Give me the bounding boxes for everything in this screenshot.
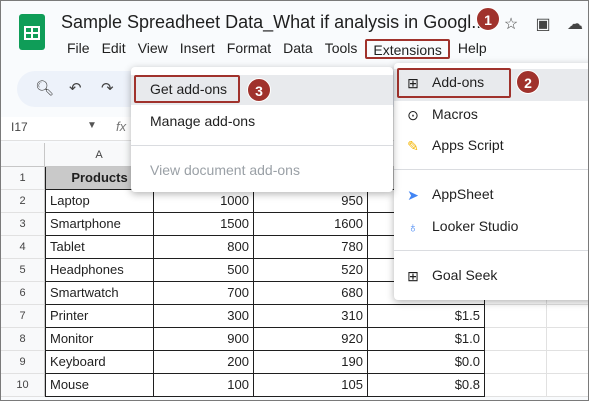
table-cell-e[interactable] <box>485 328 547 351</box>
menu-help[interactable]: Help <box>452 39 493 59</box>
star-icon[interactable]: ☆ <box>502 14 520 34</box>
table-cell-e[interactable] <box>485 305 547 328</box>
table-cell-b[interactable]: 500 <box>154 259 254 282</box>
table-cell-d[interactable]: $1.5 <box>368 305 485 328</box>
name-box[interactable]: I17 <box>11 120 28 134</box>
table-cell-c[interactable]: 105 <box>254 374 368 397</box>
title-actions: ☆ ▣ ☁ <box>502 14 584 34</box>
menu-tools[interactable]: Tools <box>319 39 364 59</box>
table-cell-b[interactable]: 800 <box>154 236 254 259</box>
step-badge-2: 2 <box>516 70 540 94</box>
table-cell-c[interactable]: 190 <box>254 351 368 374</box>
table-cell-c[interactable]: 310 <box>254 305 368 328</box>
row-header[interactable]: 8 <box>1 328 45 351</box>
table-cell-f[interactable] <box>547 351 588 374</box>
table-cell-a[interactable]: Smartwatch <box>45 282 154 305</box>
table-cell-c[interactable]: 520 <box>254 259 368 282</box>
menu-item-addons[interactable]: Add-ons <box>432 74 484 90</box>
menu-item-manage-addons[interactable]: Manage add-ons <box>150 113 255 129</box>
table-cell-b[interactable]: 200 <box>154 351 254 374</box>
table-cell-d[interactable]: $1.0 <box>368 328 485 351</box>
menu-item-looker-studio[interactable]: Looker Studio <box>432 218 518 234</box>
table-cell-a[interactable]: Smartphone <box>45 213 154 236</box>
document-title[interactable]: Sample Spreadheet Data_What if analysis … <box>61 12 486 33</box>
table-cell-b[interactable]: 300 <box>154 305 254 328</box>
looker-studio-icon: ♁ <box>407 219 419 235</box>
appsheet-icon: ➤ <box>407 187 419 203</box>
table-cell-b[interactable]: 1500 <box>154 213 254 236</box>
table-cell-f[interactable] <box>547 305 588 328</box>
table-cell-a[interactable]: Printer <box>45 305 154 328</box>
menu-view[interactable]: View <box>132 39 174 59</box>
redo-icon[interactable]: ↷ <box>101 79 114 97</box>
macros-icon: ⊙ <box>407 107 419 123</box>
table-cell-e[interactable] <box>485 351 547 374</box>
menu-item-view-document-addons: View document add-ons <box>150 162 300 178</box>
table-cell-f[interactable] <box>547 328 588 351</box>
table-cell-a[interactable]: Laptop <box>45 190 154 213</box>
table-cell-a[interactable]: Headphones <box>45 259 154 282</box>
menu-insert[interactable]: Insert <box>174 39 221 59</box>
goal-seek-icon: ⊞ <box>407 268 419 284</box>
table-cell-c[interactable]: 780 <box>254 236 368 259</box>
table-cell-c[interactable]: 1600 <box>254 213 368 236</box>
step-badge-3: 3 <box>247 78 271 102</box>
row-header[interactable]: 5 <box>1 259 45 282</box>
table-cell-a[interactable]: Monitor <box>45 328 154 351</box>
menu-item-macros[interactable]: Macros <box>432 106 478 122</box>
menu-divider <box>131 145 393 146</box>
menu-item-goal-seek[interactable]: Goal Seek <box>432 267 497 283</box>
menu-data[interactable]: Data <box>277 39 319 59</box>
menu-divider <box>394 169 588 170</box>
fx-icon: fx <box>116 119 127 134</box>
table-cell-e[interactable] <box>485 374 547 397</box>
menu-item-apps-script[interactable]: Apps Script <box>432 137 504 153</box>
menu-format[interactable]: Format <box>221 39 277 59</box>
table-cell-a[interactable]: Keyboard <box>45 351 154 374</box>
table-cell-f[interactable] <box>547 374 588 397</box>
table-cell-a[interactable]: Mouse <box>45 374 154 397</box>
row-header[interactable]: 3 <box>1 213 45 236</box>
menu-file[interactable]: File <box>61 39 96 59</box>
row-header[interactable]: 6 <box>1 282 45 305</box>
table-cell-b[interactable]: 700 <box>154 282 254 305</box>
step-badge-1: 1 <box>476 7 500 31</box>
menu-edit[interactable]: Edit <box>96 39 132 59</box>
row-header[interactable]: 4 <box>1 236 45 259</box>
table-cell-a[interactable]: Tablet <box>45 236 154 259</box>
table-cell-b[interactable]: 1000 <box>154 190 254 213</box>
apps-script-icon: ✎ <box>407 138 419 154</box>
undo-icon[interactable]: ↶ <box>69 79 82 97</box>
row-header[interactable]: 2 <box>1 190 45 213</box>
search-icon[interactable]: 🔍︎ <box>35 79 54 97</box>
menu-item-appsheet[interactable]: AppSheet <box>432 186 494 202</box>
menu-item-get-addons[interactable]: Get add-ons <box>150 81 227 97</box>
row-header[interactable]: 1 <box>1 167 45 190</box>
table-cell-c[interactable]: 950 <box>254 190 368 213</box>
row-header[interactable]: 7 <box>1 305 45 328</box>
table-cell-b[interactable]: 900 <box>154 328 254 351</box>
menu-bar: File Edit View Insert Format Data Tools … <box>61 39 493 59</box>
menu-extensions[interactable]: Extensions <box>365 39 450 59</box>
table-cell-c[interactable]: 920 <box>254 328 368 351</box>
row-header[interactable]: 9 <box>1 351 45 374</box>
table-cell-c[interactable]: 680 <box>254 282 368 305</box>
extensions-menu: ⊞ Add-ons ⊙ Macros ✎ Apps Script ➤ AppSh… <box>394 63 588 300</box>
table-cell-d[interactable]: $0.8 <box>368 374 485 397</box>
menu-divider <box>394 250 588 251</box>
select-all-corner[interactable] <box>1 143 45 167</box>
row-header[interactable]: 10 <box>1 374 45 397</box>
cloud-status-icon[interactable]: ☁ <box>566 14 584 34</box>
addons-icon: ⊞ <box>407 75 419 91</box>
move-folder-icon[interactable]: ▣ <box>534 14 552 34</box>
table-cell-d[interactable]: $0.0 <box>368 351 485 374</box>
sheets-logo-icon[interactable] <box>19 14 45 50</box>
spreadsheet-window: Sample Spreadheet Data_What if analysis … <box>0 0 589 401</box>
name-box-dropdown-icon[interactable]: ▼ <box>87 120 97 131</box>
table-cell-b[interactable]: 100 <box>154 374 254 397</box>
